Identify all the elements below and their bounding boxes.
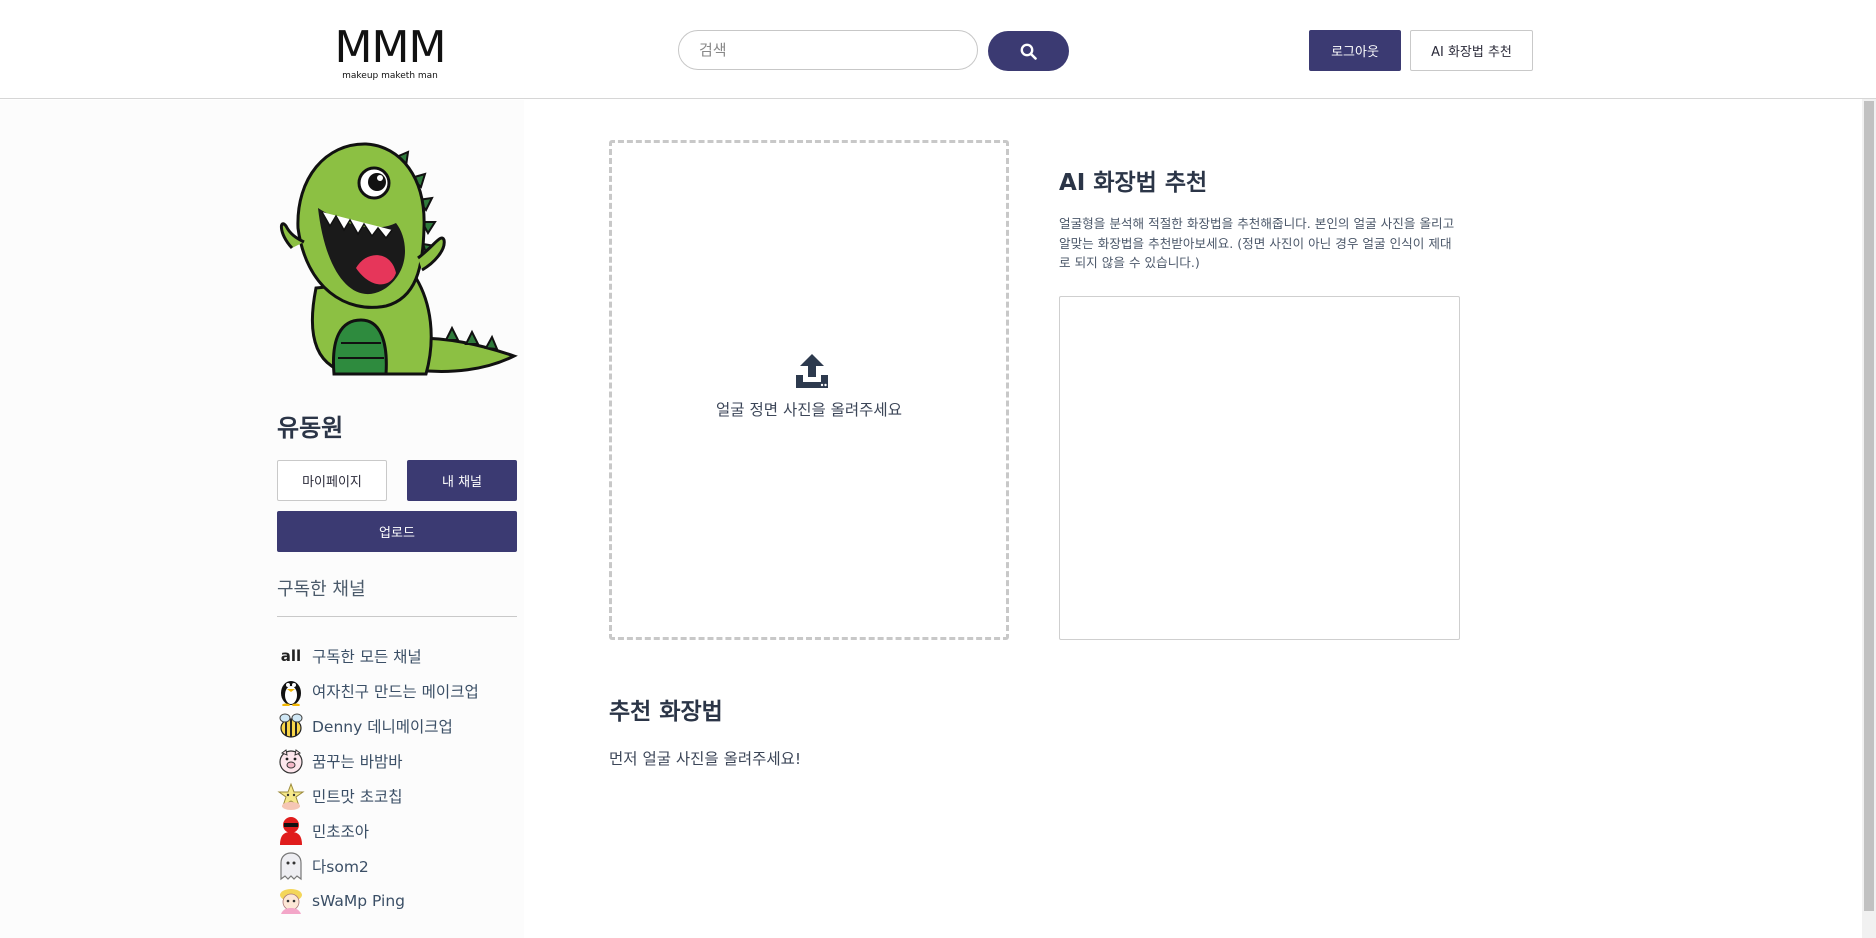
ai-section-title: AI 화장법 추천: [1059, 170, 1208, 196]
channel-item[interactable]: sWaMp Ping: [276, 883, 526, 918]
search-input[interactable]: [678, 30, 978, 70]
logo-text: MMM: [334, 22, 447, 73]
upload-button[interactable]: 업로드: [277, 511, 517, 552]
logo-tagline: makeup maketh man: [342, 71, 438, 81]
upload-icon: [796, 354, 828, 388]
red-figure-avatar-icon: [276, 816, 306, 846]
mypage-button[interactable]: 마이페이지: [277, 460, 387, 501]
penguin-avatar-icon: [276, 676, 306, 706]
channel-item[interactable]: 민초조아: [276, 813, 526, 848]
channel-item[interactable]: 다som2: [276, 848, 526, 883]
logout-button[interactable]: 로그아웃: [1309, 30, 1401, 71]
channel-item-all[interactable]: all 구독한 모든 채널: [276, 638, 526, 673]
site-logo[interactable]: MMM makeup maketh man: [332, 26, 448, 82]
dinosaur-avatar: [280, 142, 518, 376]
scrollbar-thumb[interactable]: [1864, 101, 1874, 911]
channel-item[interactable]: 꿈꾸는 바밤바: [276, 743, 526, 778]
ghost-avatar-icon: [276, 851, 306, 881]
ai-makeup-button[interactable]: AI 화장법 추천: [1410, 30, 1533, 71]
divider: [277, 616, 517, 617]
search-button[interactable]: [988, 31, 1069, 71]
bee-avatar-icon: [276, 711, 306, 741]
channel-label: 다som2: [312, 857, 369, 876]
channel-item[interactable]: 여자친구 만드는 메이크업: [276, 673, 526, 708]
star-avatar-icon: [276, 781, 306, 811]
channel-label: 여자친구 만드는 메이크업: [312, 682, 479, 701]
recommendation-text: 먼저 얼굴 사진을 올려주세요!: [609, 750, 802, 768]
channel-label: sWaMp Ping: [312, 891, 406, 910]
channel-item[interactable]: 민트맛 초코칩: [276, 778, 526, 813]
channel-label: 민트맛 초코칩: [312, 787, 403, 806]
channel-label: 구독한 모든 채널: [312, 647, 422, 666]
upload-prompt: 얼굴 정면 사진을 올려주세요: [716, 401, 902, 419]
girl-avatar-icon: [276, 886, 306, 916]
pig-avatar-icon: [276, 746, 306, 776]
all-channels-icon: all: [280, 646, 302, 665]
channel-label: Denny 데니메이크업: [312, 717, 453, 736]
user-name: 유동원: [277, 414, 344, 442]
top-header: MMM makeup maketh man 로그아웃 AI 화장법 추천: [0, 0, 1876, 99]
ai-description: 얼굴형을 분석해 적절한 화장법을 추천해줍니다. 본인의 얼굴 사진을 올리고…: [1059, 216, 1455, 270]
subscribed-channel-list: all 구독한 모든 채널 여자친구 만드는 메이크업 Denny 데니메이크업…: [276, 638, 526, 918]
search-icon: [1020, 43, 1037, 60]
channel-item[interactable]: Denny 데니메이크업: [276, 708, 526, 743]
recommendation-title: 추천 화장법: [609, 699, 723, 725]
photo-upload-dropzone[interactable]: 얼굴 정면 사진을 올려주세요: [609, 140, 1009, 640]
subscribed-channels-title: 구독한 채널: [277, 579, 366, 600]
my-channel-button[interactable]: 내 채널: [407, 460, 517, 501]
analysis-result-box: [1059, 296, 1460, 640]
channel-label: 민초조아: [312, 822, 370, 841]
channel-label: 꿈꾸는 바밤바: [312, 752, 403, 771]
